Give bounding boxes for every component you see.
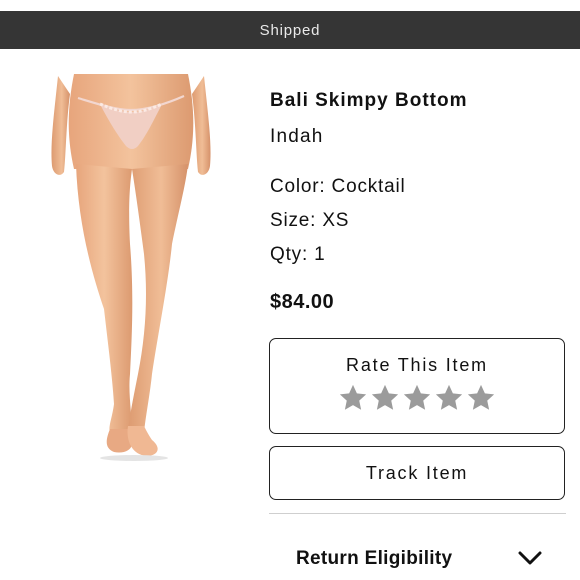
chevron-down-icon [518, 551, 542, 565]
star-icon[interactable] [466, 383, 496, 413]
quantity-attribute: Qty: 1 [270, 244, 326, 265]
color-attribute: Color: Cocktail [270, 176, 406, 197]
star-rating [270, 383, 564, 413]
order-item-page: Shipped Bali Skimpy Bottom Indah Color: … [0, 0, 580, 580]
product-name: Bali Skimpy Bottom [270, 90, 468, 111]
star-icon[interactable] [402, 383, 432, 413]
track-item-button[interactable]: Track Item [269, 446, 565, 500]
price: $84.00 [270, 291, 335, 313]
return-eligibility-label: Return Eligibility [296, 548, 453, 569]
star-icon[interactable] [434, 383, 464, 413]
star-icon[interactable] [370, 383, 400, 413]
rate-item-card: Rate This Item [269, 338, 565, 434]
return-eligibility-toggle[interactable]: Return Eligibility [269, 530, 566, 580]
status-bar: Shipped [0, 11, 580, 49]
status-label: Shipped [259, 21, 321, 39]
divider [269, 513, 566, 514]
size-attribute: Size: XS [270, 210, 350, 231]
star-icon[interactable] [338, 383, 368, 413]
rate-title: Rate This Item [346, 355, 488, 375]
product-image [51, 74, 211, 461]
brand-name: Indah [270, 126, 324, 147]
